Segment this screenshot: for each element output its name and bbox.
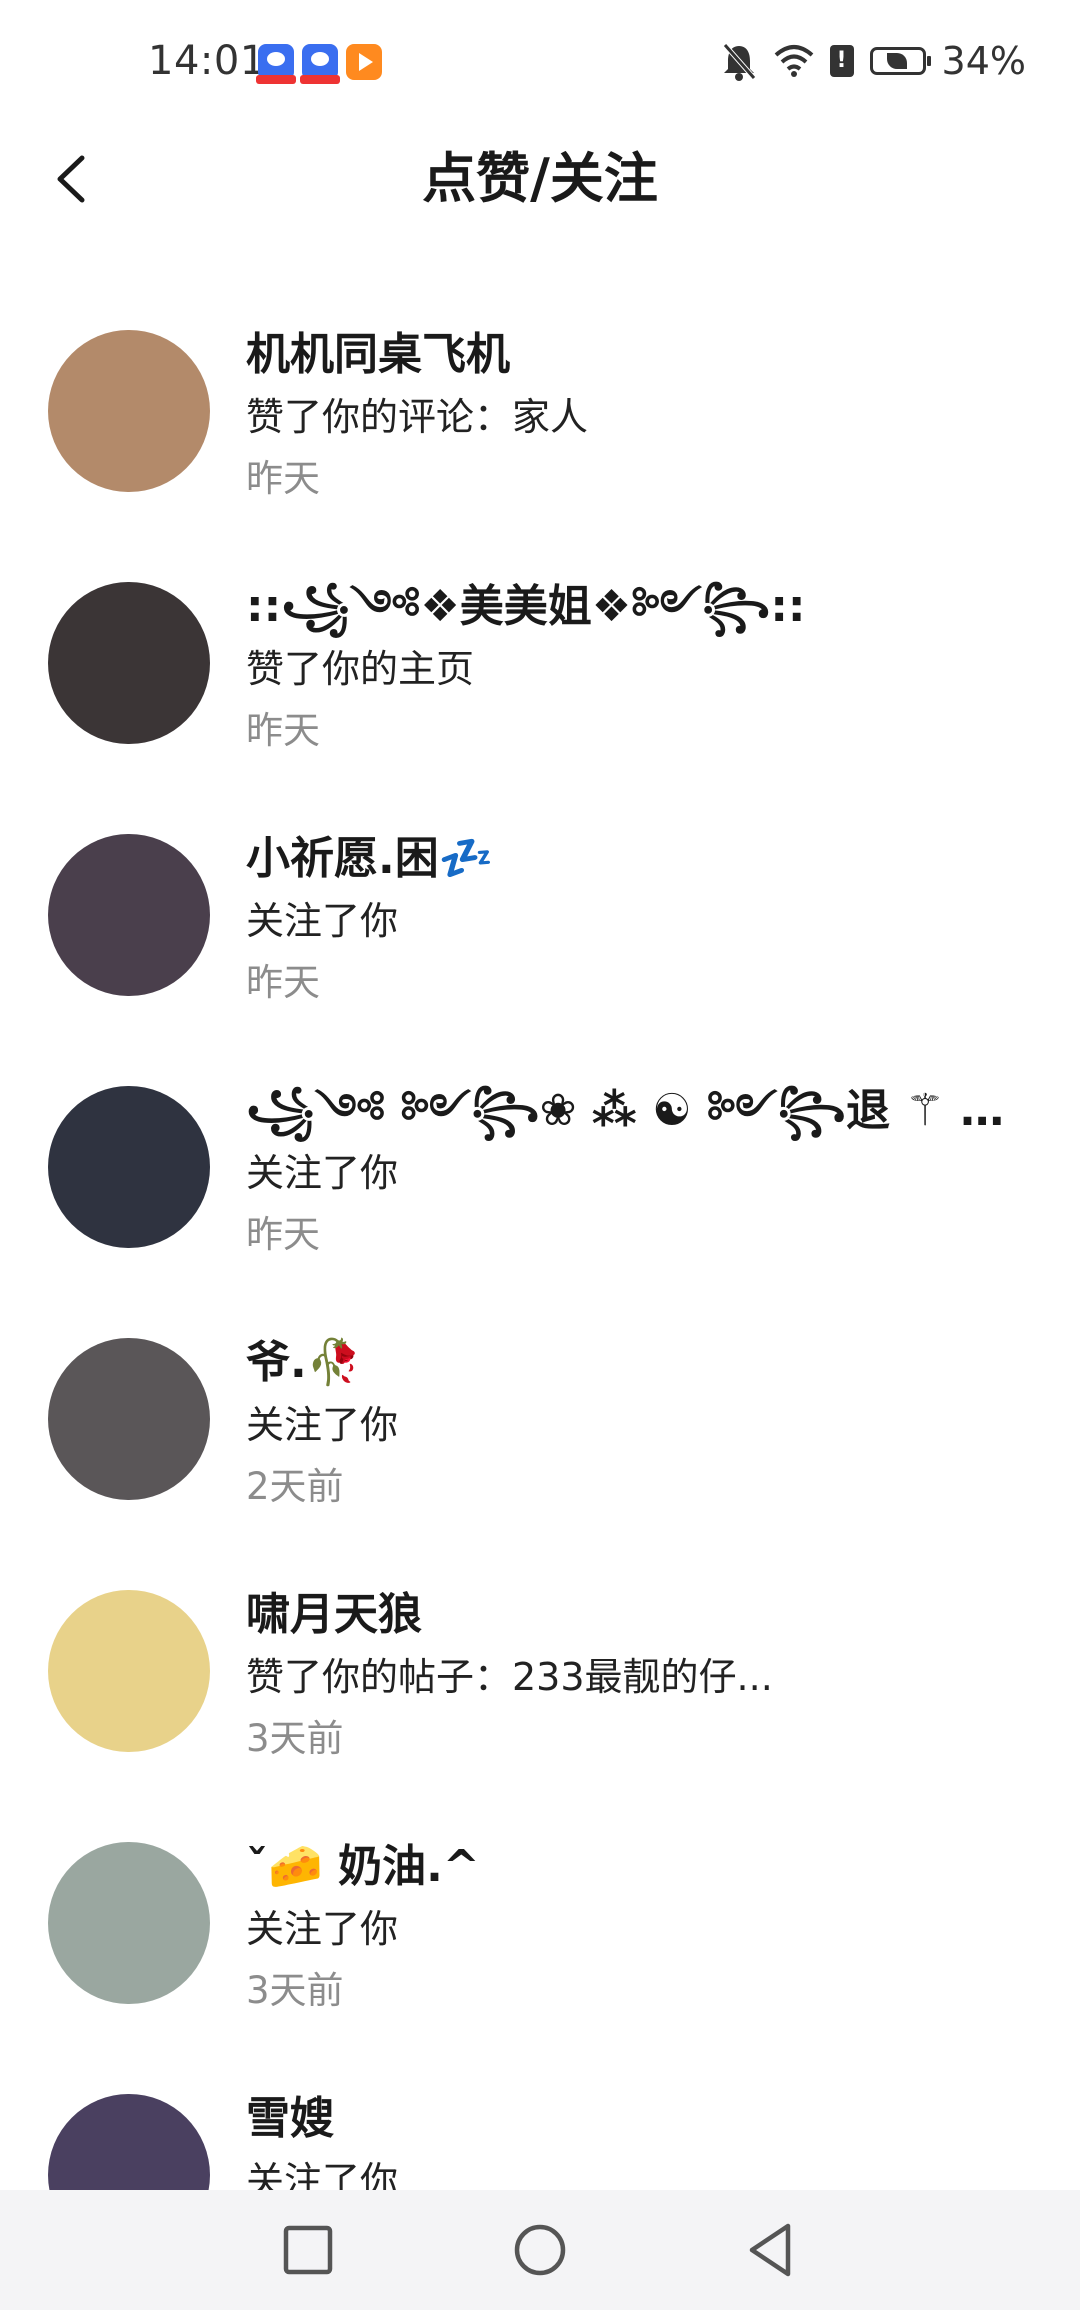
time-text: 昨天 [246,961,320,1004]
back-triangle-icon [749,2223,791,2277]
list-item[interactable]: ꧁༺ ༻꧂❀ ⁂ ☯ ༻꧂退 ⚚ 了... 关注了你 昨天 [0,1036,1080,1288]
status-time: 14:01 [148,38,266,84]
avatar[interactable] [48,1842,210,2004]
list-item[interactable]: ˇ🧀 奶油.^ 关注了你 3天前 [0,1792,1080,2044]
user-name[interactable]: ˇ🧀 奶油.^ [246,1836,1026,1898]
recent-apps-icon [283,2225,333,2275]
home-button[interactable] [500,2210,580,2290]
time-text: 3天前 [246,1717,344,1760]
user-name[interactable]: ::꧁༺❖美美姐❖༻꧂:: [246,576,1026,638]
time-text: 昨天 [246,709,320,752]
bell-muted-icon [722,43,756,81]
video-play-icon [346,44,382,80]
baidu-icon [256,44,296,84]
status-indicators: ! 34% [720,36,1026,86]
status-bar: 14:01 ! 34% [0,0,1080,126]
action-text: 关注了你 [246,1403,399,1447]
time-text: 3天前 [246,1969,344,2012]
user-name[interactable]: 雪嫂 [246,2088,1026,2150]
time-text: 2天前 [246,1465,344,1508]
avatar[interactable] [48,834,210,996]
avatar[interactable] [48,1338,210,1500]
page-title: 点赞/关注 [422,147,658,210]
chevron-left-icon [57,155,85,203]
action-text: 赞了你的帖子：233最靓的仔... [246,1655,773,1699]
avatar[interactable] [48,1086,210,1248]
list-item[interactable]: 小祈愿.困💤 关注了你 昨天 [0,784,1080,1036]
action-text: 关注了你 [246,1907,399,1951]
user-name[interactable]: 小祈愿.困💤 [246,828,1026,890]
back-nav-button[interactable] [732,2210,812,2290]
action-text: 关注了你 [246,1151,399,1195]
avatar[interactable] [48,1590,210,1752]
system-nav-bar [0,2190,1080,2310]
baidu-icon [300,44,340,84]
list-item[interactable]: 机机同桌飞机 赞了你的评论：家人 昨天 [0,280,1080,532]
recent-apps-button[interactable] [268,2210,348,2290]
time-text: 昨天 [246,1213,320,1256]
list-item[interactable]: 啸月天狼 赞了你的帖子：233最靓的仔... 3天前 [0,1540,1080,1792]
battery-percent: 34% [941,39,1026,83]
time-text: 昨天 [246,457,320,500]
list-item[interactable]: ::꧁༺❖美美姐❖༻꧂:: 赞了你的主页 昨天 [0,532,1080,784]
home-icon [514,2224,566,2276]
battery-saver-icon [869,47,931,75]
action-text: 赞了你的评论：家人 [246,395,589,439]
user-name[interactable]: ꧁༺ ༻꧂❀ ⁂ ☯ ༻꧂退 ⚚ 了... [246,1080,1026,1142]
action-text: 赞了你的主页 [246,647,475,691]
user-name[interactable]: 爷.🥀 [246,1332,1026,1394]
sim-alert-icon: ! [829,45,854,77]
wifi-icon [774,45,813,77]
list-item[interactable]: 爷.🥀 关注了你 2天前 [0,1288,1080,1540]
avatar[interactable] [48,582,210,744]
page-header: 点赞/关注 [0,126,1080,236]
back-button[interactable] [38,144,108,214]
notification-list: 机机同桌飞机 赞了你的评论：家人 昨天 ::꧁༺❖美美姐❖༻꧂:: 赞了你的主页… [0,280,1080,2296]
user-name[interactable]: 啸月天狼 [246,1584,1026,1646]
user-name[interactable]: 机机同桌飞机 [246,324,1026,386]
avatar[interactable] [48,330,210,492]
action-text: 关注了你 [246,899,399,943]
